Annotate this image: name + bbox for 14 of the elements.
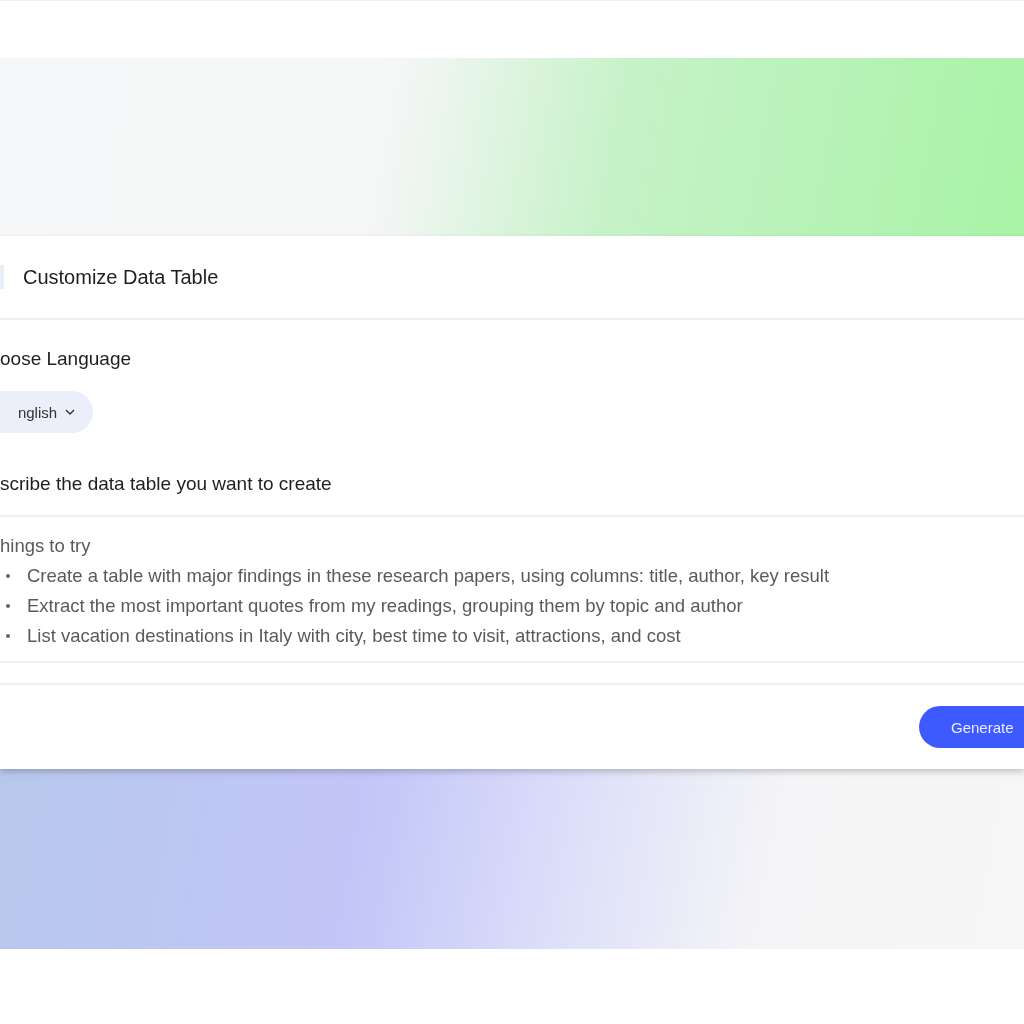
prompt-field[interactable] <box>0 515 1024 663</box>
caret-icon <box>65 409 76 415</box>
dialog-title: Customize Data Table <box>23 265 219 289</box>
placeholder-text: List vacation destinations in Italy with city, best time to visit, attractions, and cost <box>27 625 681 647</box>
generate-button[interactable]: Generate <box>919 706 1024 748</box>
language-dropdown[interactable]: nglish <box>0 391 93 433</box>
placeholder-text: Create a table with major findings in these research papers, using columns: title, author, key result <box>27 565 830 587</box>
bullet-icon <box>6 574 10 578</box>
language-label: oose Language <box>0 348 131 370</box>
bullet-icon <box>6 634 10 638</box>
prompt-label: scribe the data table you want to create <box>0 473 332 495</box>
placeholder-heading: hings to try <box>0 535 92 557</box>
placeholder-text: Extract the most important quotes from my readings, grouping them by topic and author <box>27 595 743 617</box>
bullet-icon <box>6 604 10 608</box>
